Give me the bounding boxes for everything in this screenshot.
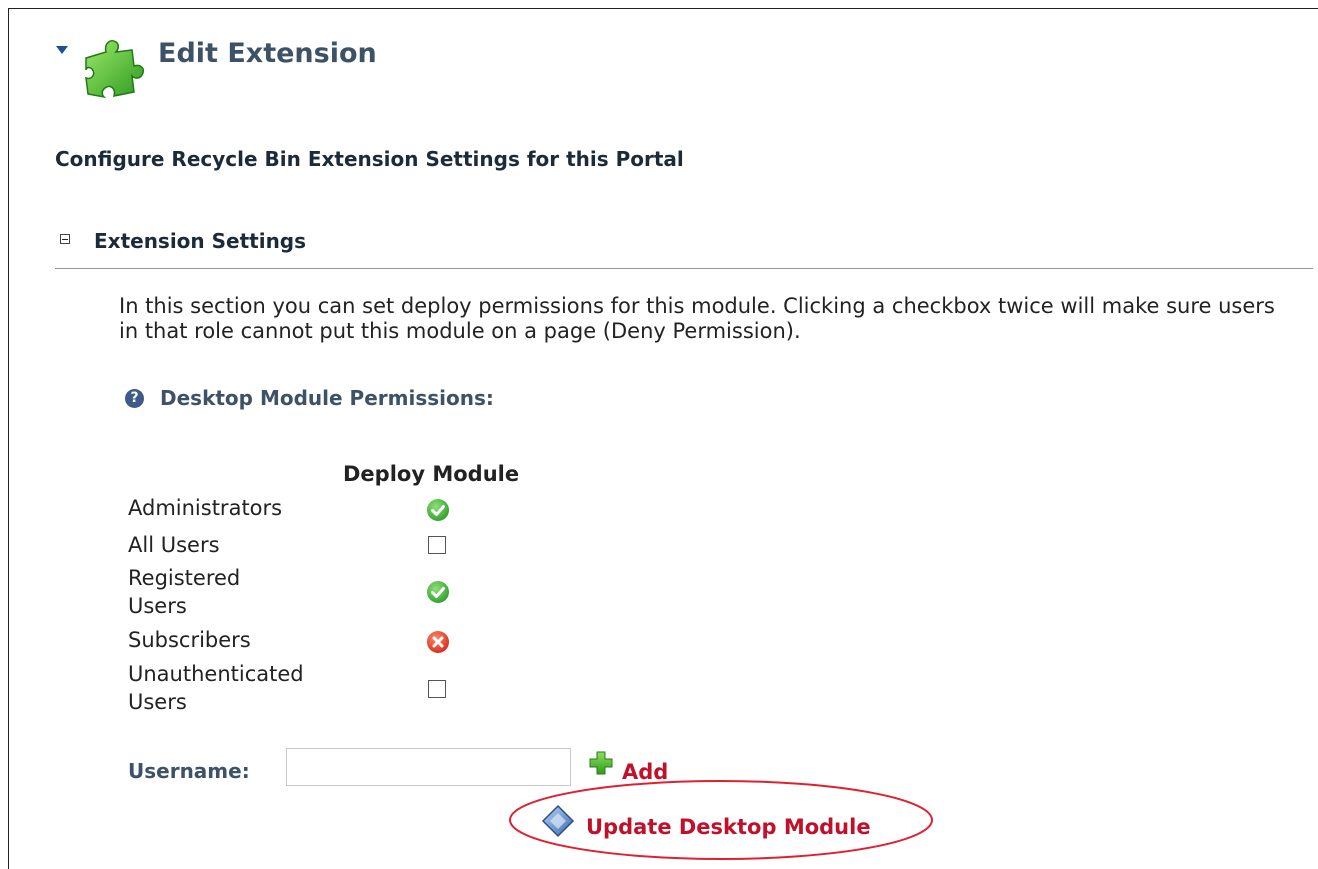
permission-cell-all-users[interactable] bbox=[426, 534, 450, 558]
page-subtitle: Configure Recycle Bin Extension Settings… bbox=[55, 147, 684, 171]
username-input[interactable] bbox=[286, 748, 571, 786]
granted-check-icon[interactable] bbox=[426, 580, 450, 604]
permission-cell-registered-users[interactable] bbox=[426, 580, 450, 604]
role-label-all-users: All Users bbox=[128, 533, 220, 557]
permission-cell-unauthenticated-users[interactable] bbox=[426, 678, 450, 702]
help-icon[interactable]: ? bbox=[125, 389, 144, 408]
collapse-arrow-icon[interactable] bbox=[56, 46, 68, 54]
granted-check-icon[interactable] bbox=[426, 498, 450, 522]
section-collapse-toggle[interactable] bbox=[60, 234, 70, 244]
section-description: In this section you can set deploy permi… bbox=[119, 294, 1275, 343]
update-desktop-module-button[interactable]: Update Desktop Module bbox=[540, 804, 871, 850]
add-username-button[interactable]: Add bbox=[588, 751, 668, 786]
plus-icon bbox=[589, 751, 613, 775]
permission-checkbox[interactable] bbox=[428, 536, 446, 554]
username-label: Username: bbox=[128, 759, 250, 783]
section-divider bbox=[55, 268, 1313, 269]
section-title[interactable]: Extension Settings bbox=[94, 229, 306, 253]
permission-cell-administrators[interactable] bbox=[426, 498, 450, 522]
puzzle-piece-icon bbox=[85, 40, 145, 99]
update-button-label[interactable]: Update Desktop Module bbox=[586, 815, 871, 839]
permissions-label: Desktop Module Permissions: bbox=[160, 386, 494, 410]
page-title: Edit Extension bbox=[158, 38, 377, 69]
update-diamond-icon bbox=[541, 804, 575, 838]
add-button-label[interactable]: Add bbox=[622, 760, 668, 784]
deploy-module-column-header: Deploy Module bbox=[343, 462, 520, 486]
content-frame bbox=[8, 8, 1318, 869]
permission-checkbox[interactable] bbox=[428, 680, 446, 698]
role-label-registered-users: Registered Users bbox=[128, 566, 241, 618]
permission-cell-subscribers[interactable] bbox=[426, 630, 450, 654]
denied-x-icon[interactable] bbox=[426, 630, 450, 654]
role-label-administrators: Administrators bbox=[128, 496, 283, 520]
role-label-unauthenticated-users: Unauthenticated Users bbox=[128, 662, 304, 714]
role-label-subscribers: Subscribers bbox=[128, 628, 251, 652]
